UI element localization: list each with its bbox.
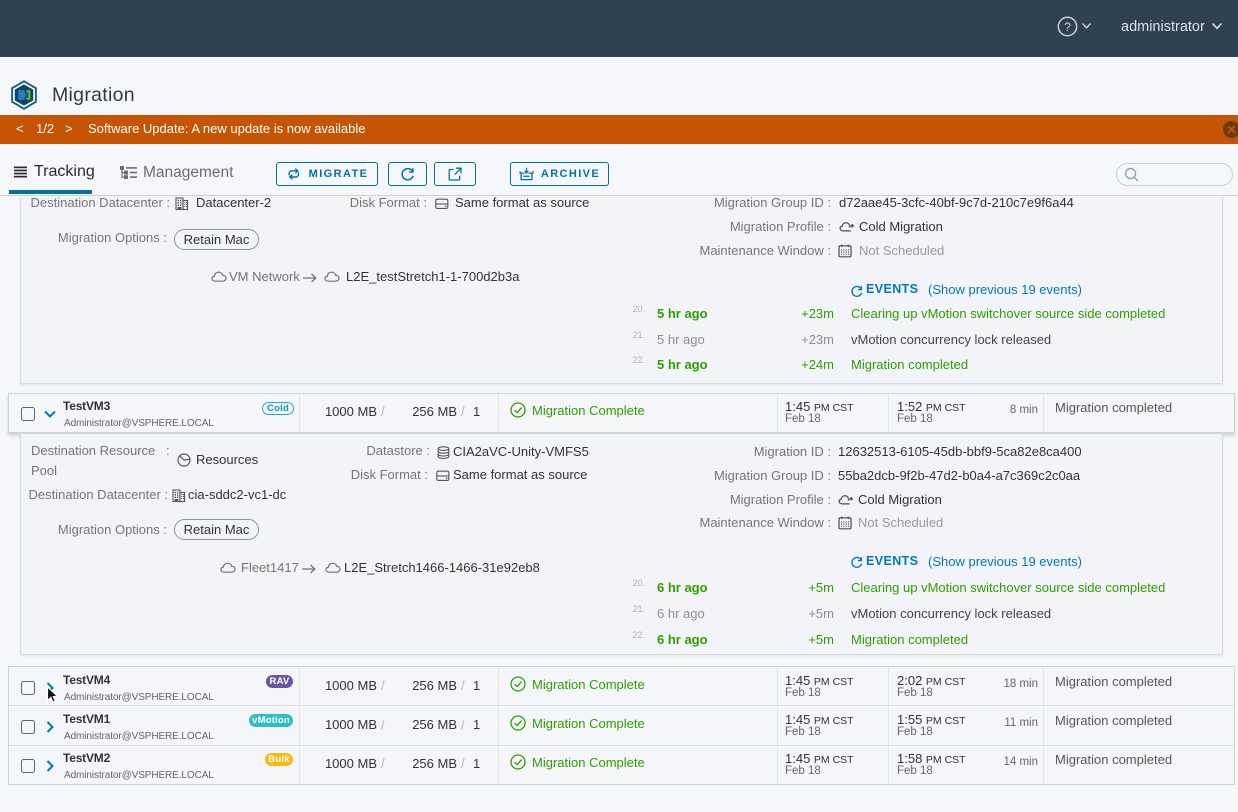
svg-text:?: ? [1064,20,1071,34]
